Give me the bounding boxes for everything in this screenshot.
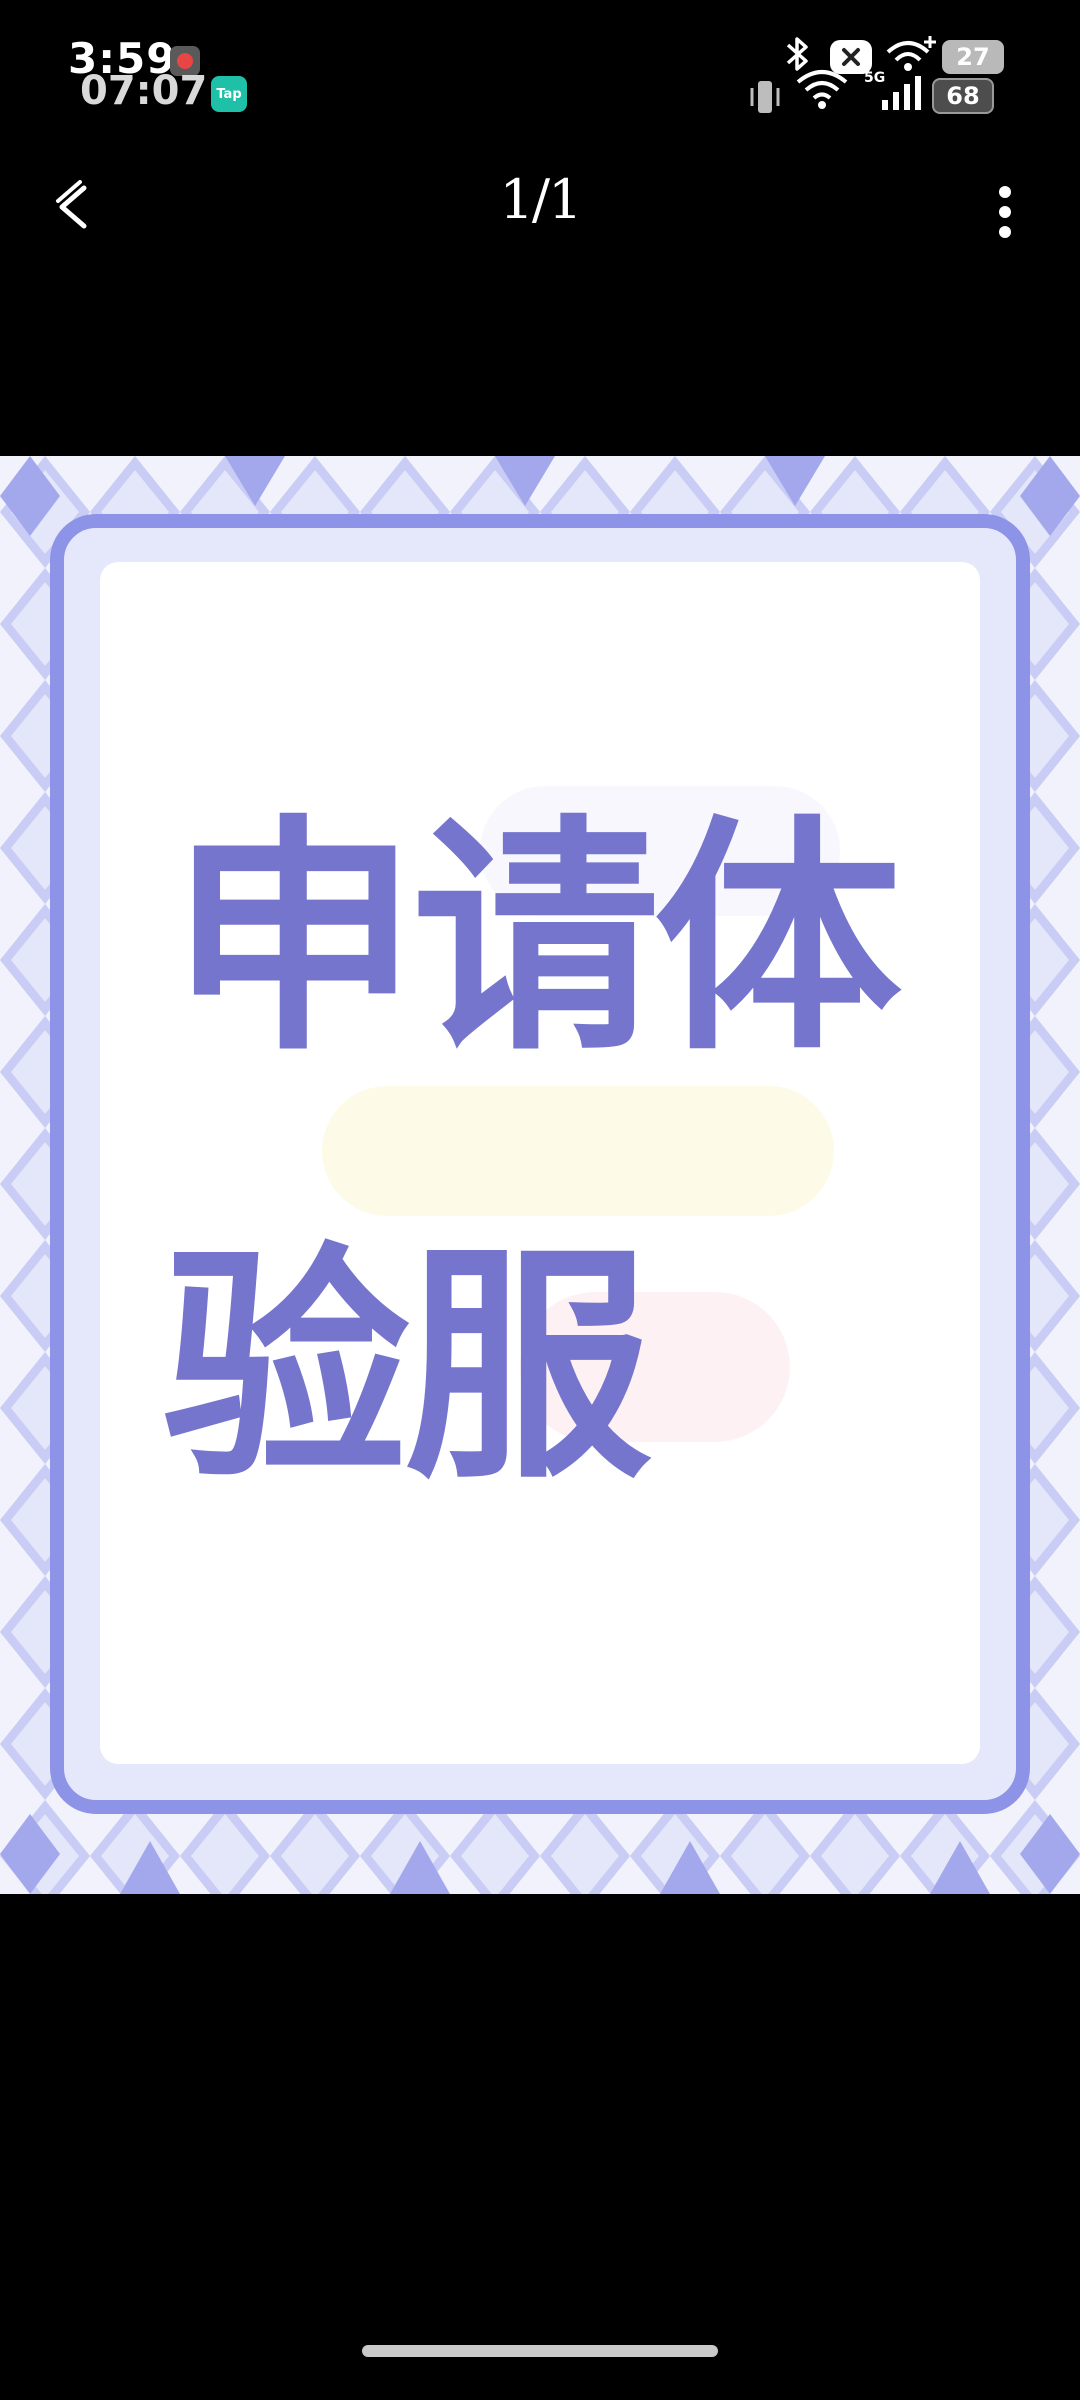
vibrate-icon: [750, 81, 780, 113]
battery-icon: 68: [932, 78, 994, 114]
tap-app-icon: Tap: [211, 76, 247, 112]
signal-icon: [882, 76, 921, 110]
more-options-button[interactable]: [970, 162, 1040, 252]
status-icons: 5G 27 68: [720, 0, 1080, 130]
poster-headline-line-1: 申请体: [170, 796, 902, 1084]
image-viewer-screen: 3:59 07:07 Tap 5G 27 68 1/1 申请体 验服: [0, 0, 1080, 2400]
poster-headline-line-2: 验服: [162, 1224, 652, 1512]
back-arrow-icon: [56, 180, 87, 229]
wifi-icon: [796, 70, 848, 109]
page-indicator: 1/1: [499, 168, 583, 231]
home-gesture-bar[interactable]: [362, 2345, 718, 2357]
viewed-image[interactable]: 申请体 验服: [0, 456, 1080, 1894]
viewer-toolbar: 1/1: [0, 140, 1080, 270]
decor-blob-yellow: [322, 1086, 834, 1216]
status-time-secondary: 07:07: [80, 68, 208, 114]
back-button[interactable]: [40, 160, 110, 250]
more-vert-icon: [999, 186, 1011, 238]
status-bar: 3:59 07:07 Tap 5G 27 68: [0, 0, 1080, 130]
battery-badge-top: 27: [942, 40, 1004, 74]
wifi-plus-icon: [886, 36, 936, 71]
do-not-disturb-icon: [830, 40, 872, 74]
